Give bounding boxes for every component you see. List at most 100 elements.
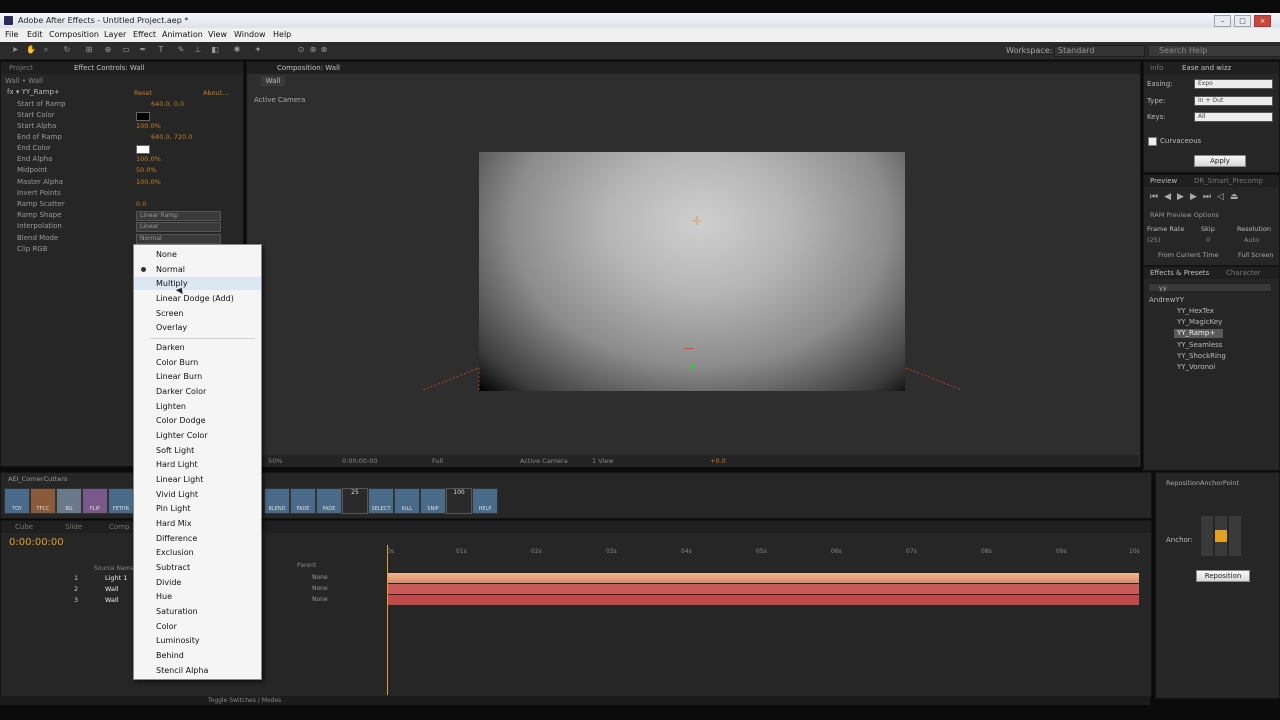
cc-value[interactable]: 25 [342,488,368,514]
reposition-button[interactable]: Reposition [1196,570,1250,582]
blend-option[interactable]: Vivid Light [156,488,198,501]
pen-tool-icon[interactable]: ✒ [138,45,148,55]
layer-name[interactable]: Light 1 [105,574,127,582]
blend-option[interactable]: None [156,248,177,261]
roto-brush-tool-icon[interactable]: ✱ [232,45,242,55]
axis-mode-icon[interactable]: ⊙ [296,45,306,55]
blend-option-selected[interactable]: Normal [156,263,185,276]
zoom-select[interactable]: 50% [268,457,282,465]
property-value[interactable]: 0.0 [136,200,146,208]
effect-item[interactable]: YY_ShockRing [1177,352,1226,360]
menu-composition[interactable]: Composition [49,30,99,39]
tab-effects-presets[interactable]: Effects & Presets [1150,269,1209,277]
blend-option[interactable]: Subtract [156,561,190,574]
folder-andrewyy[interactable]: AndrewYY [1149,296,1184,304]
tab-cube[interactable]: Cube [15,523,33,531]
time-ruler[interactable]: 0s 01s 02s 03s 04s 05s 06s 07s 08s 09s 1… [387,544,1140,562]
blend-option[interactable]: Lighten [156,400,186,413]
blend-option[interactable]: Stencil Alpha [156,664,208,677]
tab-ease-and-wizz[interactable]: Ease and wizz [1182,64,1231,72]
keys-select[interactable]: All [1194,112,1273,122]
blend-option[interactable]: Soft Light [156,444,194,457]
layer-bar-wall[interactable] [387,584,1139,594]
blend-option[interactable]: Lighter Color [156,429,208,442]
menu-effect[interactable]: Effect [133,30,156,39]
camera-handle[interactable] [684,348,694,353]
tab-info[interactable]: Info [1150,64,1163,72]
blend-option[interactable]: Difference [156,532,197,545]
layer-name[interactable]: Wall [105,596,119,604]
menu-layer[interactable]: Layer [104,30,126,39]
layer-bar-wall[interactable] [387,595,1139,605]
blend-option[interactable]: Color Burn [156,356,198,369]
workspace-select[interactable]: Standard [1054,45,1145,57]
menu-file[interactable]: File [5,30,18,39]
start-color-swatch[interactable] [136,112,150,121]
blend-option[interactable]: Pin Light [156,502,190,515]
property-value[interactable]: 100.0% [136,155,161,163]
resolution-select[interactable]: Full [432,457,443,465]
blend-option[interactable]: Divide [156,576,181,589]
cc-button[interactable]: TFCC [30,488,56,514]
effect-item-selected[interactable]: YY_Ramp+ [1174,329,1223,338]
cc-button[interactable]: TOY [4,488,30,514]
tab-effect-controls[interactable]: Effect Controls: Wall [74,64,145,72]
effect-item[interactable]: YY_HexTex [1177,307,1214,315]
easing-select[interactable]: Expo [1194,79,1273,89]
toggle-switches-modes[interactable]: Toggle Switches / Modes [208,697,281,704]
type-select[interactable]: In + Out [1194,96,1273,106]
exposure-value[interactable]: +0.0 [710,457,726,465]
eraser-tool-icon[interactable]: ◧ [210,45,220,55]
view-axis-icon[interactable]: ⊗ [319,45,329,55]
puppet-tool-icon[interactable]: ✦ [253,45,263,55]
blend-option[interactable]: Hard Light [156,458,198,471]
comp-timecode[interactable]: 0:00:00:00 [342,457,378,465]
blend-option-hover[interactable]: Multiply [134,277,261,290]
blend-option[interactable]: Screen [156,307,184,320]
ramp-shape-select[interactable]: Linear Ramp [136,211,221,221]
selection-tool-icon[interactable]: ➤ [10,45,20,55]
tab-dr-smart-precomp[interactable]: DR_Smart_Precomp [1194,177,1263,185]
cc-button[interactable]: KILL [394,488,420,514]
effect-item[interactable]: YY_Seamless [1177,341,1222,349]
search-help-input[interactable]: Search Help [1148,45,1280,57]
blend-option[interactable]: Color Dodge [156,414,206,427]
light-crosshair-icon[interactable]: ✛ [692,214,702,228]
skip-select[interactable]: 0 [1206,236,1210,244]
camera-select[interactable]: Active Camera [520,457,568,465]
ram-preview-options[interactable]: RAM Preview Options [1150,211,1219,219]
blend-mode-select[interactable]: Normal [136,234,221,244]
cc-button[interactable]: FETHR [108,488,134,514]
cc-button[interactable]: HELP [472,488,498,514]
blend-option[interactable]: Behind [156,649,184,662]
blend-option[interactable]: Linear Dodge (Add) [156,292,234,305]
blend-option[interactable]: Darker Color [156,385,206,398]
cc-value[interactable]: 100 [446,488,472,514]
blend-option[interactable]: Exclusion [156,546,194,559]
minimize-button[interactable]: – [1214,15,1231,27]
clone-stamp-tool-icon[interactable]: ⊥ [193,45,203,55]
tab-project[interactable]: Project [9,64,33,72]
comp-canvas[interactable]: ✛ [479,152,905,391]
world-axis-icon[interactable]: ⊕ [308,45,318,55]
cc-button[interactable]: BLEND [264,488,290,514]
brush-tool-icon[interactable]: ✎ [176,45,186,55]
effect-header[interactable]: fx ▾ YY_Ramp+ [7,88,60,96]
cc-button[interactable]: FADE [316,488,342,514]
tab-composition[interactable]: Composition: Wall [277,64,340,72]
cc-button[interactable]: FLIP [82,488,108,514]
effect-item[interactable]: YY_MagicKey [1177,318,1222,326]
property-value[interactable]: 640.0, 0.0 [151,100,184,108]
tab-slide[interactable]: Slide [65,523,82,531]
camera-tool-icon[interactable]: ⊞ [84,45,94,55]
comp-subtab[interactable]: Wall [261,76,285,86]
type-tool-icon[interactable]: T [156,45,166,55]
layer-bar-light[interactable] [387,573,1139,583]
hand-tool-icon[interactable]: ✋ [26,45,36,55]
full-screen[interactable]: Full Screen [1238,251,1274,259]
cc-button[interactable]: SNIP [420,488,446,514]
tab-character[interactable]: Character [1226,269,1261,277]
blend-option[interactable]: Linear Light [156,473,203,486]
about-link[interactable]: About... [203,89,228,97]
zoom-tool-icon[interactable]: ⌕ [41,45,51,55]
